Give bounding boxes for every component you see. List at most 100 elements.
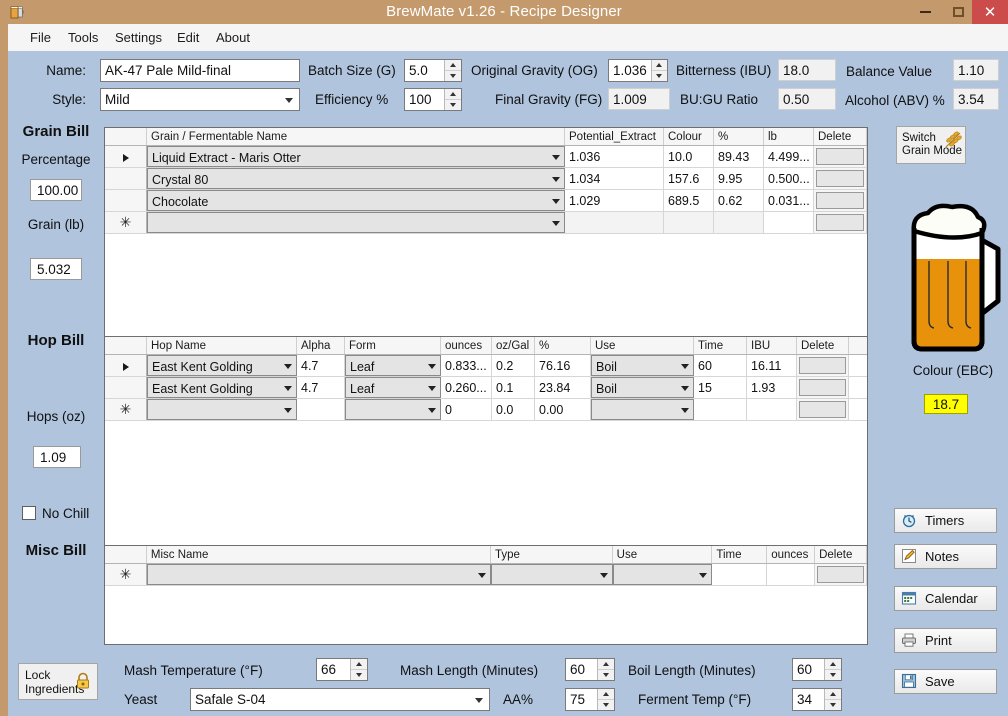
hop-ibu-new[interactable]: [747, 399, 797, 420]
grain-percent-2[interactable]: 0.62: [714, 190, 764, 211]
grain-colour-1[interactable]: 157.6: [664, 168, 714, 189]
batch-size-spin-buttons[interactable]: [444, 60, 461, 81]
table-row-new[interactable]: ✳ 0 0.0 0.00: [105, 399, 867, 421]
grain-lb-new[interactable]: [764, 212, 814, 233]
grain-extract-1[interactable]: 1.034: [565, 168, 664, 189]
hop-col-ounces[interactable]: ounces: [441, 337, 492, 354]
hop-col-time[interactable]: Time: [694, 337, 747, 354]
grain-delete-button-new[interactable]: [814, 212, 867, 233]
hop-name-0[interactable]: East Kent Golding: [147, 355, 297, 376]
og-spin-buttons[interactable]: [650, 60, 667, 81]
hop-ozgal-1[interactable]: 0.1: [492, 377, 535, 398]
hop-time-new[interactable]: [694, 399, 747, 420]
mash-temp-spin-buttons[interactable]: [350, 659, 367, 680]
hop-delete-button-0[interactable]: [797, 355, 849, 376]
hop-ibu-1[interactable]: 1.93: [747, 377, 797, 398]
no-chill-checkbox[interactable]: [22, 506, 36, 520]
mash-length-stepper[interactable]: 60: [565, 658, 615, 681]
mash-length-value[interactable]: 60: [566, 659, 597, 680]
hop-name-new[interactable]: [147, 399, 297, 420]
minimize-button[interactable]: [909, 0, 942, 24]
hop-col-delete[interactable]: Delete: [797, 337, 849, 354]
misc-use-new[interactable]: [612, 564, 713, 585]
yeast-select[interactable]: Safale S-04: [190, 688, 490, 711]
chevron-down-icon[interactable]: [552, 220, 560, 226]
efficiency-stepper[interactable]: 100: [404, 88, 462, 111]
misc-name-new[interactable]: [146, 564, 491, 585]
close-button[interactable]: ✕: [972, 0, 1008, 24]
misc-col-delete[interactable]: Delete: [815, 546, 867, 563]
misc-type-new[interactable]: [490, 564, 613, 585]
grain-name-1[interactable]: Crystal 80: [147, 168, 565, 189]
maximize-button[interactable]: [942, 0, 975, 24]
switch-grain-mode-button[interactable]: Switch Grain Mode: [896, 126, 966, 164]
ferment-temp-value[interactable]: 34: [793, 689, 824, 710]
hop-col-ozgal[interactable]: oz/Gal: [492, 337, 535, 354]
hop-alpha-0[interactable]: 4.7: [297, 355, 345, 376]
hop-col-use[interactable]: Use: [591, 337, 694, 354]
hop-delete-button-new[interactable]: [797, 399, 849, 420]
hop-ibu-0[interactable]: 16.11: [747, 355, 797, 376]
hop-form-1[interactable]: Leaf: [345, 377, 441, 398]
grain-col-lb[interactable]: lb: [764, 128, 814, 145]
calendar-button[interactable]: Calendar: [894, 586, 997, 611]
boil-length-spin-buttons[interactable]: [824, 659, 841, 680]
hop-percent-new[interactable]: 0.00: [535, 399, 591, 420]
hop-col-name[interactable]: Hop Name: [147, 337, 297, 354]
menu-item-tools[interactable]: Tools: [58, 24, 108, 51]
menu-item-file[interactable]: File: [20, 24, 61, 51]
chevron-down-icon[interactable]: [599, 572, 608, 578]
misc-col-use[interactable]: Use: [613, 546, 713, 563]
chevron-down-icon[interactable]: [681, 363, 689, 369]
batch-size-stepper[interactable]: 5.0: [404, 59, 462, 82]
table-row[interactable]: Crystal 80 1.034 157.6 9.95 0.500...: [105, 168, 867, 190]
ferment-temp-stepper[interactable]: 34: [792, 688, 842, 711]
grain-col-colour[interactable]: Colour: [664, 128, 714, 145]
table-row[interactable]: Chocolate 1.029 689.5 0.62 0.031...: [105, 190, 867, 212]
grain-lb-2[interactable]: 0.031...: [764, 190, 814, 211]
mash-temp-value[interactable]: 66: [317, 659, 350, 680]
table-row[interactable]: East Kent Golding 4.7 Leaf 0.833... 0.2 …: [105, 355, 867, 377]
hop-time-1[interactable]: 15: [694, 377, 747, 398]
grain-extract-2[interactable]: 1.029: [565, 190, 664, 211]
notes-button[interactable]: Notes: [894, 544, 997, 569]
hop-col-ibu[interactable]: IBU: [747, 337, 797, 354]
print-button[interactable]: Print: [894, 628, 997, 653]
recipe-name-input[interactable]: AK-47 Pale Mild-final: [100, 59, 300, 82]
grain-name-0[interactable]: Liquid Extract - Maris Otter: [147, 146, 565, 167]
save-button[interactable]: Save: [894, 669, 997, 694]
grain-col-name[interactable]: Grain / Fermentable Name: [147, 128, 565, 145]
chevron-down-icon[interactable]: [428, 385, 436, 391]
hop-form-0[interactable]: Leaf: [345, 355, 441, 376]
grain-colour-0[interactable]: 10.0: [664, 146, 714, 167]
hop-percent-1[interactable]: 23.84: [535, 377, 591, 398]
chevron-down-icon[interactable]: [552, 154, 560, 160]
grain-percent-new[interactable]: [714, 212, 764, 233]
hop-use-0[interactable]: Boil: [591, 355, 694, 376]
hop-delete-button-1[interactable]: [797, 377, 849, 398]
misc-bill-grid[interactable]: Misc Name Type Use Time ounces Delete ✳: [104, 545, 868, 645]
grain-delete-button-0[interactable]: [814, 146, 867, 167]
misc-col-time[interactable]: Time: [712, 546, 768, 563]
misc-col-type[interactable]: Type: [491, 546, 613, 563]
timers-button[interactable]: Timers: [894, 508, 997, 533]
aa-spin-buttons[interactable]: [597, 689, 614, 710]
og-value[interactable]: 1.036: [609, 60, 651, 81]
chevron-down-icon[interactable]: [681, 407, 689, 413]
grain-col-delete[interactable]: Delete: [814, 128, 867, 145]
grain-name-2[interactable]: Chocolate: [147, 190, 565, 211]
hop-ounces-1[interactable]: 0.260...: [441, 377, 492, 398]
batch-size-value[interactable]: 5.0: [405, 60, 444, 81]
hop-ozgal-new[interactable]: 0.0: [492, 399, 535, 420]
misc-time-new[interactable]: [712, 564, 768, 585]
ferment-temp-spin-buttons[interactable]: [824, 689, 841, 710]
efficiency-spin-buttons[interactable]: [444, 89, 461, 110]
grain-extract-0[interactable]: 1.036: [565, 146, 664, 167]
misc-col-ounces[interactable]: ounces: [767, 546, 816, 563]
grain-extract-new[interactable]: [565, 212, 664, 233]
hop-col-alpha[interactable]: Alpha: [297, 337, 345, 354]
hop-alpha-1[interactable]: 4.7: [297, 377, 345, 398]
grain-delete-button-2[interactable]: [814, 190, 867, 211]
grain-percent-0[interactable]: 89.43: [714, 146, 764, 167]
menu-item-edit[interactable]: Edit: [167, 24, 209, 51]
